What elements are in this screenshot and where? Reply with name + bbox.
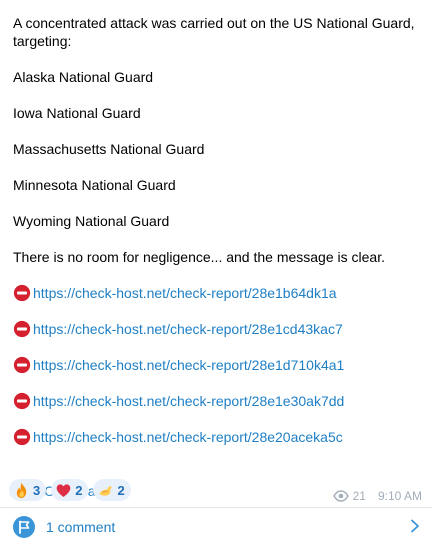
- target-item: Massachusetts National Guard: [13, 141, 205, 157]
- message-closing: There is no room for negligence... and t…: [13, 249, 385, 265]
- target-item: Alaska National Guard: [13, 69, 154, 85]
- target-item: Iowa National Guard: [13, 105, 141, 121]
- check-report-link[interactable]: https://check-host.net/check-report/28e1…: [33, 320, 343, 338]
- heart-emoji-icon: [56, 483, 71, 497]
- reaction-heart[interactable]: 2: [51, 479, 89, 501]
- comments-label: 1 comment: [46, 518, 116, 535]
- message-intro: A concentrated attack was carried out on…: [13, 15, 419, 49]
- no-entry-icon: [13, 284, 31, 302]
- message-bubble: A concentrated attack was carried out on…: [0, 0, 432, 545]
- reactions-bar: 3 2 2: [9, 479, 131, 501]
- target-item: Minnesota National Guard: [13, 177, 176, 193]
- message-text: A concentrated attack was carried out on…: [13, 14, 423, 518]
- flexed-biceps-emoji-icon: [100, 485, 112, 496]
- link-row: https://check-host.net/check-report/28e1…: [13, 392, 423, 410]
- link-row: https://check-host.net/check-report/28e2…: [13, 428, 423, 446]
- target-item: Wyoming National Guard: [13, 213, 170, 229]
- check-report-link[interactable]: https://check-host.net/check-report/28e1…: [33, 284, 337, 302]
- message-time: 9:10 AM: [377, 489, 422, 503]
- fire-emoji-icon: [16, 482, 27, 498]
- reaction-biceps[interactable]: 2: [93, 479, 131, 501]
- no-entry-icon: [13, 428, 31, 446]
- check-report-link[interactable]: https://check-host.net/check-report/28e1…: [33, 392, 344, 410]
- check-report-link[interactable]: https://check-host.net/check-report/28e2…: [33, 428, 343, 446]
- link-row: https://check-host.net/check-report/28e1…: [13, 320, 423, 338]
- link-row: https://check-host.net/check-report/28e1…: [13, 284, 423, 302]
- eye-icon: [332, 490, 349, 502]
- reaction-count: 2: [75, 482, 83, 498]
- view-count: 21: [352, 489, 366, 503]
- chevron-right-icon: [411, 519, 419, 533]
- reaction-count: 2: [117, 482, 125, 498]
- no-entry-icon: [13, 392, 31, 410]
- no-entry-icon: [13, 356, 31, 374]
- check-report-link[interactable]: https://check-host.net/check-report/28e1…: [33, 356, 344, 374]
- reaction-count: 3: [33, 482, 41, 498]
- link-row: https://check-host.net/check-report/28e1…: [13, 356, 423, 374]
- message-meta: 21 9:10 AM: [332, 489, 422, 503]
- comments-icon: [13, 515, 35, 538]
- comments-button[interactable]: 1 comment: [0, 508, 432, 545]
- reaction-fire[interactable]: 3: [9, 479, 47, 501]
- no-entry-icon: [13, 320, 31, 338]
